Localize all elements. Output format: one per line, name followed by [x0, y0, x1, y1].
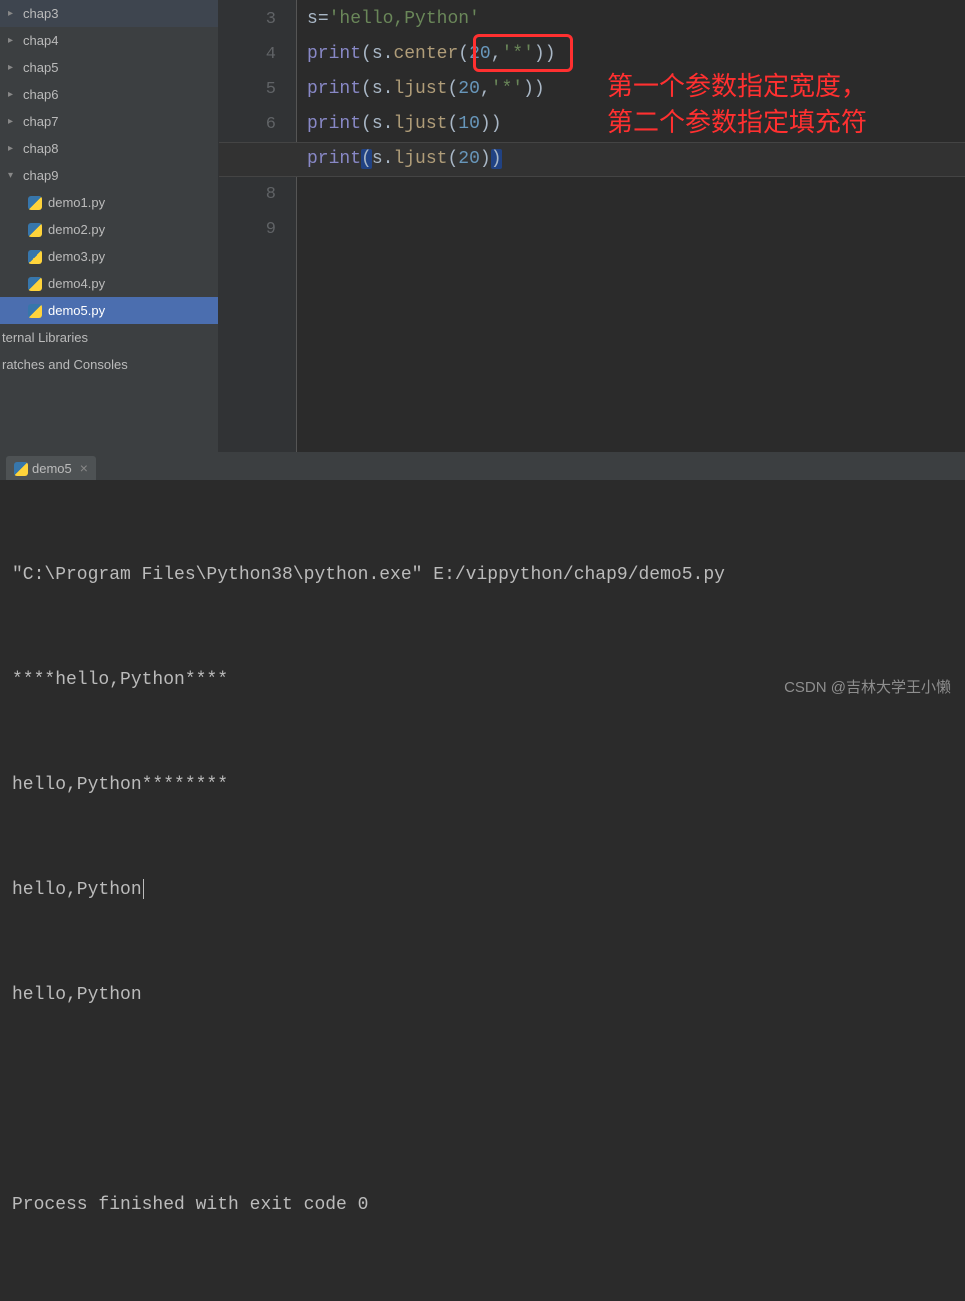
annotation-line1: 第一个参数指定宽度， — [607, 68, 867, 104]
folder-label: chap4 — [23, 33, 58, 48]
scratches-consoles[interactable]: ratches and Consoles — [0, 351, 218, 378]
console-cmd: "C:\Program Files\Python38\python.exe" E… — [12, 558, 953, 593]
folder-chap7[interactable]: ▸ chap7 — [0, 108, 218, 135]
external-libraries[interactable]: ternal Libraries — [0, 324, 218, 351]
tree-label: ratches and Consoles — [2, 357, 128, 372]
console-line: hello,Python — [12, 978, 953, 1013]
folder-chap4[interactable]: ▸ chap4 — [0, 27, 218, 54]
python-file-icon — [28, 196, 42, 210]
folder-label: chap7 — [23, 114, 58, 129]
folder-chap5[interactable]: ▸ chap5 — [0, 54, 218, 81]
file-demo5[interactable]: demo5.py — [0, 297, 218, 324]
chevron-right-icon: ▸ — [8, 35, 18, 46]
python-file-icon — [14, 462, 26, 474]
file-demo1[interactable]: demo1.py — [0, 189, 218, 216]
run-panel: demo5 × "C:\Program Files\Python38\pytho… — [0, 452, 965, 711]
code-line-7: print(s.ljust(20)) — [307, 142, 965, 177]
code-line-3: s='hello,Python' — [307, 2, 965, 37]
file-demo4[interactable]: demo4.py — [0, 270, 218, 297]
line-number: 3 — [218, 2, 276, 37]
code-editor[interactable]: s='hello,Python' print(s.center(20,'*'))… — [296, 0, 965, 452]
folder-label: chap5 — [23, 60, 58, 75]
chevron-down-icon: ▾ — [8, 170, 18, 181]
run-tabs-bar: demo5 × — [0, 452, 965, 480]
line-number: 5 — [218, 72, 276, 107]
main-layout: ▸ chap3 ▸ chap4 ▸ chap5 ▸ chap6 ▸ chap7 ▸ chap… — [0, 0, 965, 452]
chevron-right-icon: ▸ — [8, 143, 18, 154]
run-tab-demo5[interactable]: demo5 × — [6, 456, 96, 480]
file-label: demo4.py — [48, 276, 105, 291]
python-file-icon — [28, 223, 42, 237]
text-cursor-icon — [143, 879, 144, 899]
folder-chap6[interactable]: ▸ chap6 — [0, 81, 218, 108]
folder-label: chap9 — [23, 168, 58, 183]
annotation-text: 第一个参数指定宽度， 第二个参数指定填充符 — [607, 68, 867, 140]
python-file-icon — [28, 250, 42, 264]
project-sidebar: ▸ chap3 ▸ chap4 ▸ chap5 ▸ chap6 ▸ chap7 ▸ chap… — [0, 0, 218, 452]
folder-label: chap3 — [23, 6, 58, 21]
folder-label: chap6 — [23, 87, 58, 102]
file-label: demo1.py — [48, 195, 105, 210]
line-number: 9 — [218, 212, 276, 247]
code-line-4: print(s.center(20,'*')) — [307, 37, 965, 72]
console-line: hello,Python — [12, 873, 953, 908]
folder-chap3[interactable]: ▸ chap3 — [0, 0, 218, 27]
console-line: hello,Python******** — [12, 768, 953, 803]
line-number: 8 — [218, 177, 276, 212]
close-icon[interactable]: × — [80, 460, 88, 476]
python-file-icon — [28, 304, 42, 318]
chevron-right-icon: ▸ — [8, 8, 18, 19]
file-label: demo2.py — [48, 222, 105, 237]
file-label: demo3.py — [48, 249, 105, 264]
editor-area: 3 4 5 6 7 8 9 s='hello,Python' print(s.c… — [218, 0, 965, 452]
chevron-right-icon: ▸ — [8, 62, 18, 73]
file-label: demo5.py — [48, 303, 105, 318]
line-number: 6 — [218, 107, 276, 142]
chevron-right-icon: ▸ — [8, 89, 18, 100]
run-tab-label: demo5 — [32, 461, 72, 476]
annotation-line2: 第二个参数指定填充符 — [607, 104, 867, 140]
file-demo3[interactable]: demo3.py — [0, 243, 218, 270]
file-demo2[interactable]: demo2.py — [0, 216, 218, 243]
chevron-right-icon: ▸ — [8, 116, 18, 127]
console-exit: Process finished with exit code 0 — [12, 1188, 953, 1223]
watermark: CSDN @吉林大学王小懒 — [784, 676, 951, 697]
line-number: 4 — [218, 37, 276, 72]
python-file-icon — [28, 277, 42, 291]
tree-label: ternal Libraries — [2, 330, 88, 345]
console-blank — [12, 1083, 953, 1118]
console-output[interactable]: "C:\Program Files\Python38\python.exe" E… — [0, 480, 965, 1301]
line-number-gutter: 3 4 5 6 7 8 9 — [218, 0, 296, 452]
folder-label: chap8 — [23, 141, 58, 156]
folder-chap8[interactable]: ▸ chap8 — [0, 135, 218, 162]
folder-chap9[interactable]: ▾ chap9 — [0, 162, 218, 189]
